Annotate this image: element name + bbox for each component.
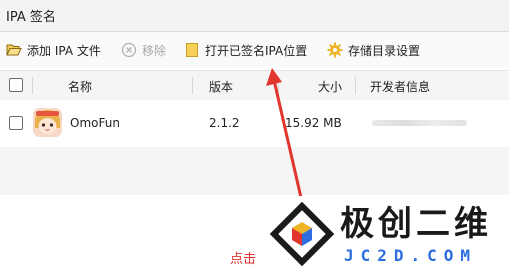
app-icon	[33, 108, 62, 137]
remove-label: 移除	[142, 43, 167, 58]
window-title: IPA 签名	[6, 10, 56, 25]
remove-icon	[121, 42, 137, 58]
column-header-version[interactable]: 版本	[209, 78, 233, 95]
empty-row-area	[0, 147, 509, 195]
watermark: 极创二维 JC2D.COM	[260, 196, 509, 272]
column-divider	[192, 77, 193, 94]
table-header: 名称 版本 大小 开发者信息	[0, 70, 509, 101]
row-checkbox[interactable]	[9, 116, 23, 130]
select-all-checkbox[interactable]	[9, 78, 23, 92]
storage-settings-label: 存储目录设置	[348, 43, 421, 58]
ipa-sign-window: IPA 签名 添加 IPA 文件 移除 打开已签名IPA位置 存储目录设置 名称…	[0, 0, 509, 272]
brand-logo-icon	[270, 202, 334, 266]
folder-open-icon	[6, 42, 22, 58]
watermark-domain: JC2D.COM	[344, 246, 478, 265]
file-icon	[184, 42, 200, 58]
column-header-name[interactable]: 名称	[68, 78, 92, 95]
annotation-hint: 点击	[230, 252, 257, 267]
add-ipa-button[interactable]: 添加 IPA 文件	[6, 41, 101, 59]
add-ipa-label: 添加 IPA 文件	[27, 43, 101, 58]
column-divider	[355, 77, 356, 94]
column-header-developer[interactable]: 开发者信息	[370, 78, 430, 95]
open-signed-location-label: 打开已签名IPA位置	[205, 43, 308, 58]
table-row[interactable]: OmoFun 2.1.2 15.92 MB	[0, 100, 509, 146]
app-name: OmoFun	[70, 116, 120, 130]
app-version: 2.1.2	[209, 116, 240, 130]
column-divider	[32, 77, 33, 94]
remove-button[interactable]: 移除	[121, 41, 166, 59]
title-bar: IPA 签名	[0, 0, 509, 32]
gear-icon	[327, 42, 343, 58]
developer-info-redacted	[372, 120, 467, 126]
app-size: 15.92 MB	[285, 116, 342, 130]
storage-settings-button[interactable]: 存储目录设置	[327, 41, 420, 59]
watermark-brand: 极创二维	[340, 204, 492, 244]
open-signed-location-button[interactable]: 打开已签名IPA位置	[184, 41, 307, 59]
column-divider	[278, 77, 279, 94]
toolbar: 添加 IPA 文件 移除 打开已签名IPA位置 存储目录设置	[0, 32, 509, 68]
column-header-size[interactable]: 大小	[318, 78, 342, 95]
